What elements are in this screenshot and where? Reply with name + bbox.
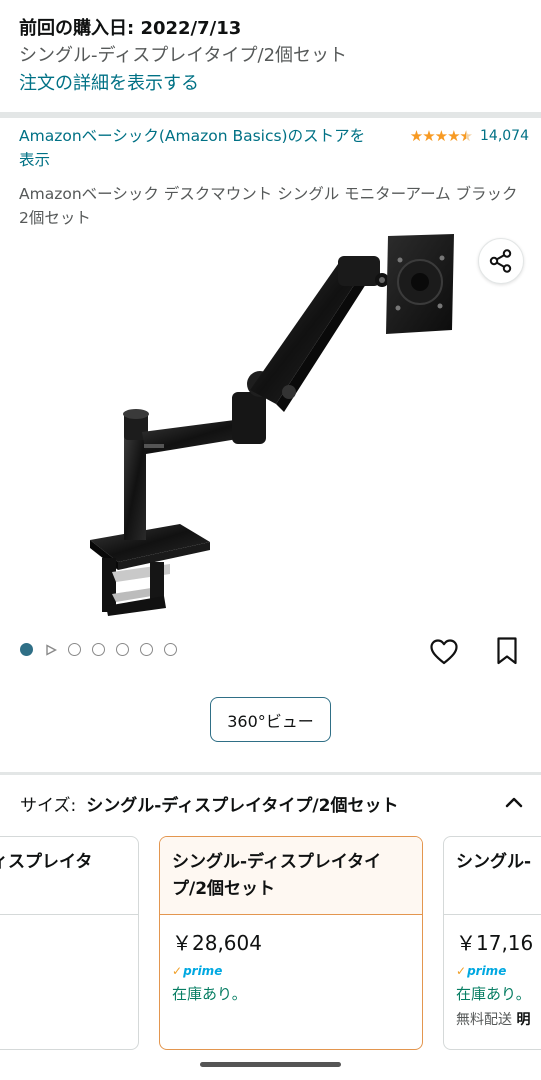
prime-badge: ✓prime [172,964,223,978]
size-label: サイズ: [20,795,77,816]
store-link[interactable]: Amazonベーシック(Amazon Basics)のストアを表示 [19,124,379,172]
purchase-summary: 前回の購入日: 2022/7/13 シングル-ディスプレイタイプ/2個セット 注… [0,0,541,112]
option-price: ￥28,604 [172,931,262,955]
pager-dot[interactable] [140,643,153,656]
share-icon [489,249,512,273]
chevron-up-icon[interactable] [502,790,526,814]
product-image-monitor-arm[interactable] [60,222,480,622]
option-title: ィスプレイタ [0,837,138,915]
size-value: シングル-ディスプレイタイプ/2個セット [86,795,399,816]
pager-dot[interactable] [92,643,105,656]
option-title: シングル- [444,837,541,915]
size-option-card-selected[interactable]: シングル-ディスプレイタイプ/2個セット ￥28,604 ✓prime 在庫あり… [159,836,423,1050]
shipping-info: 無料配送 明 [456,1012,531,1028]
order-details-link[interactable]: 注文の詳細を表示する [19,70,522,98]
home-indicator[interactable] [200,1062,341,1067]
option-price: ￥17,16 [456,931,534,955]
purchased-variant: シングル-ディスプレイタイプ/2個セット [19,45,348,66]
pager-dot[interactable] [164,643,177,656]
last-purchase-date: 前回の購入日: 2022/7/13 [19,18,242,39]
rating[interactable]: ★★★★★ ★ 14,074 [410,126,529,146]
stock-status: 在庫あり。 [172,985,247,1003]
pager-dot[interactable] [20,643,33,656]
prime-check-icon: ✓ [172,964,183,978]
store-rating-row: Amazonベーシック(Amazon Basics)のストアを表示 ★★★★★ ★… [19,124,529,174]
size-option-card[interactable]: ィスプレイタ [0,836,139,1050]
pager-dot[interactable] [68,643,81,656]
rating-count: 14,074 [480,128,529,144]
save-for-later-button[interactable] [493,635,521,667]
stock-status: 在庫あり。 [456,985,531,1003]
size-option-card[interactable]: シングル- ￥17,16 ✓prime 在庫あり。 無料配送 明 [443,836,541,1050]
view-360-button[interactable]: 360°ビュー [210,697,331,742]
star-rating-icon: ★★★★★ ★ [409,127,473,145]
size-selector[interactable]: サイズ: シングル-ディスプレイタイプ/2個セット [20,788,530,818]
heart-icon [430,639,458,665]
section-divider [0,772,541,775]
section-divider [0,112,541,118]
share-button[interactable] [478,238,524,284]
image-pager[interactable] [20,643,188,656]
option-title: シングル-ディスプレイタイプ/2個セット [160,837,422,915]
prime-check-icon: ✓ [456,964,467,978]
pager-dot[interactable] [116,643,129,656]
bookmark-icon [497,637,517,665]
wishlist-button[interactable] [428,636,460,668]
video-play-icon[interactable] [44,643,57,656]
prime-badge: ✓prime [456,964,507,978]
